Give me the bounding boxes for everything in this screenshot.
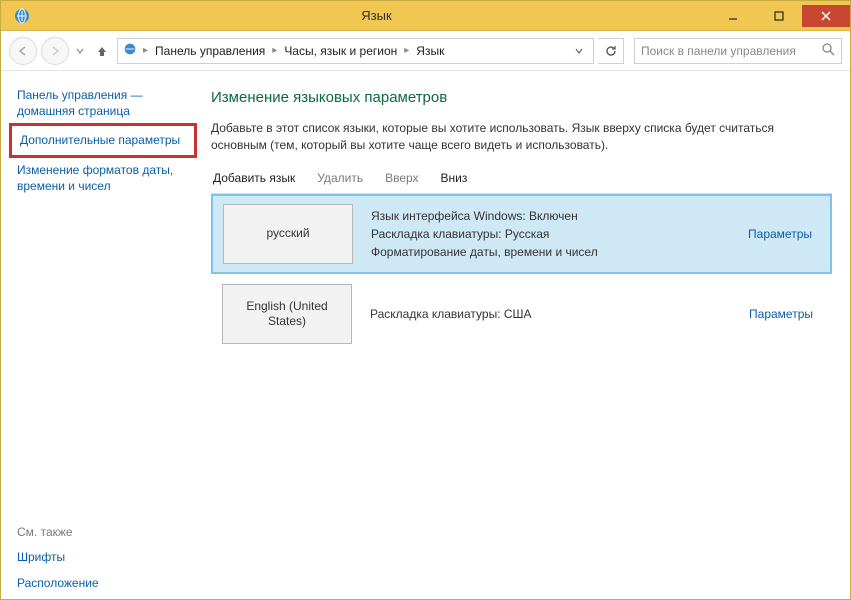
language-details: Язык интерфейса Windows: ВключенРаскладк…	[371, 207, 730, 261]
see-also-label: См. также	[17, 525, 189, 539]
back-button[interactable]	[9, 37, 37, 65]
up-button[interactable]	[91, 44, 113, 58]
main-content: Изменение языковых параметров Добавьте в…	[201, 71, 850, 599]
language-settings-window: Язык ▸ Панель управления ▸ Часы, язык и …	[0, 0, 851, 600]
language-tile[interactable]: English (United States)	[222, 284, 352, 344]
history-dropdown[interactable]	[73, 47, 87, 55]
language-row[interactable]: русский Язык интерфейса Windows: ВключенР…	[211, 194, 832, 274]
sidebar-location-link[interactable]: Расположение	[17, 575, 189, 591]
search-placeholder: Поиск в панели управления	[641, 44, 821, 58]
add-language-button[interactable]: Добавить язык	[213, 171, 295, 185]
breadcrumb-item[interactable]: Язык	[414, 44, 446, 58]
remove-language-button[interactable]: Удалить	[317, 171, 363, 185]
description-text: Добавьте в этот список языки, которые вы…	[211, 120, 832, 155]
address-bar[interactable]: ▸ Панель управления ▸ Часы, язык и регио…	[117, 38, 594, 64]
sidebar-advanced-link[interactable]: Дополнительные параметры	[20, 132, 186, 148]
chevron-right-icon: ▸	[271, 45, 278, 56]
move-down-button[interactable]: Вниз	[441, 171, 468, 185]
language-row[interactable]: English (United States) Раскладка клавиат…	[211, 274, 832, 354]
search-input[interactable]: Поиск в панели управления	[634, 38, 842, 64]
chevron-right-icon: ▸	[403, 45, 410, 56]
language-tile[interactable]: русский	[223, 204, 353, 264]
chevron-right-icon: ▸	[142, 45, 149, 56]
close-button[interactable]	[802, 5, 850, 27]
language-details: Раскладка клавиатуры: США	[370, 305, 731, 323]
search-icon	[821, 42, 835, 59]
sidebar-advanced-highlight: Дополнительные параметры	[9, 123, 197, 157]
forward-button[interactable]	[41, 37, 69, 65]
refresh-button[interactable]	[598, 38, 624, 64]
page-title: Изменение языковых параметров	[211, 89, 832, 106]
maximize-button[interactable]	[756, 5, 802, 27]
navigation-bar: ▸ Панель управления ▸ Часы, язык и регио…	[1, 31, 850, 71]
minimize-button[interactable]	[710, 5, 756, 27]
window-title: Язык	[43, 8, 710, 23]
breadcrumb-item[interactable]: Панель управления	[153, 44, 267, 58]
sidebar: Панель управления — домашняя страница До…	[1, 71, 201, 599]
sidebar-home-link[interactable]: Панель управления — домашняя страница	[17, 87, 189, 119]
address-dropdown[interactable]	[569, 44, 589, 58]
move-up-button[interactable]: Вверх	[385, 171, 418, 185]
titlebar: Язык	[1, 1, 850, 31]
breadcrumb-item[interactable]: Часы, язык и регион	[282, 44, 399, 58]
location-icon	[122, 41, 138, 60]
app-icon	[1, 7, 43, 25]
language-options-link[interactable]: Параметры	[749, 307, 821, 321]
language-options-link[interactable]: Параметры	[748, 227, 820, 241]
sidebar-fonts-link[interactable]: Шрифты	[17, 549, 189, 565]
language-list: русский Язык интерфейса Windows: ВключенР…	[211, 194, 832, 354]
language-toolbar: Добавить язык Удалить Вверх Вниз	[211, 171, 832, 194]
sidebar-formats-link[interactable]: Изменение форматов даты, времени и чисел	[17, 162, 189, 194]
